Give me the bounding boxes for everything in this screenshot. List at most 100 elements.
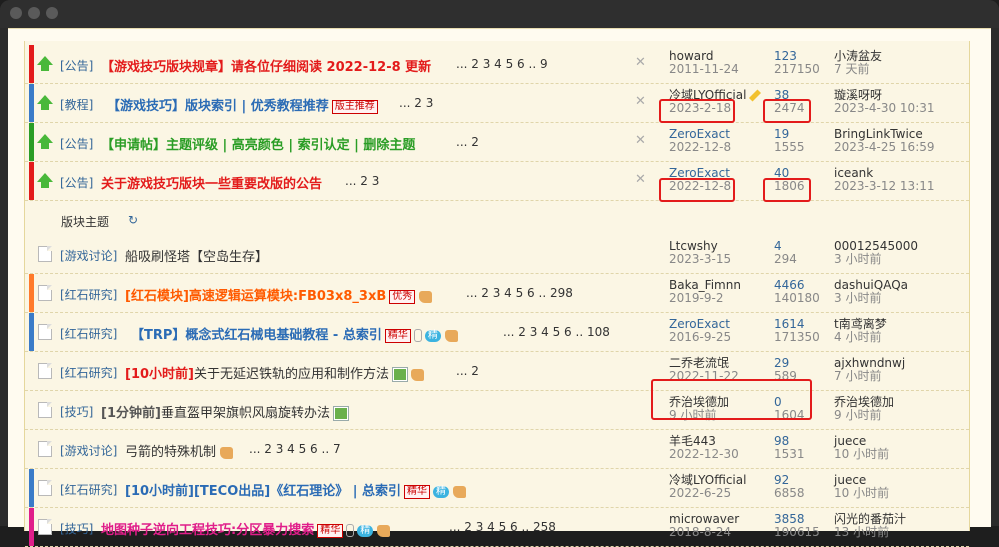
thread-row: [红石研究] [10小时前][TECO出品]《红石理论》 | 总索引 精华精 冷域… (25, 469, 969, 508)
thumbs-up-icon (220, 446, 234, 459)
thumbs-up-icon (411, 368, 424, 381)
last-post-time: 9 小时前 (834, 408, 882, 422)
pinned-row: [公告] 【申请帖】主题评级 | 高亮颜色 | 索引认定 | 删除主题 ... … (25, 123, 969, 162)
thread-title[interactable]: 地图种子逆向工程技巧:分区暴力搜索 精华精 (101, 519, 391, 538)
row-stripe (29, 162, 34, 200)
thread-title[interactable]: [10小时前][TECO出品]《红石理论》 | 总索引 精华精 (125, 480, 466, 499)
post-date: 2016-9-25 (669, 330, 732, 344)
forum-page: [公告] 【游戏技巧版块规章】请各位仔细阅读 2022-12-8 更新 ... … (8, 28, 991, 547)
last-post-time: 10 小时前 (834, 486, 890, 500)
digest-badge: 精华 (404, 484, 430, 499)
document-icon (37, 285, 53, 301)
document-icon (37, 324, 53, 340)
thread-category[interactable]: [公告] (60, 57, 93, 74)
row-stripe (29, 123, 34, 161)
pin-up-icon (37, 56, 53, 72)
thread-row: [红石研究] [10小时前]关于无延迟铁轨的应用和制作方法 ... 2 二乔老流… (25, 352, 969, 391)
close-icon[interactable]: ✕ (635, 172, 646, 187)
time-prefix: [1分钟前] (101, 406, 161, 421)
maximize-window-icon[interactable] (46, 7, 58, 19)
last-post-time: 2023-3-12 13:11 (834, 179, 935, 193)
thread-pages[interactable]: ... 2 3 (399, 96, 433, 110)
close-icon[interactable]: ✕ (635, 94, 646, 109)
thread-category[interactable]: [红石研究] (60, 325, 117, 342)
row-stripe (29, 45, 34, 83)
close-window-icon[interactable] (10, 7, 22, 19)
thread-title[interactable]: 【游戏技巧】版块索引 | 优秀教程推荐 版主推荐 (107, 95, 378, 114)
row-stripe (29, 313, 34, 351)
thread-pages[interactable]: ... 2 (456, 135, 479, 149)
thread-list: [公告] 【游戏技巧版块规章】请各位仔细阅读 2022-12-8 更新 ... … (24, 41, 970, 547)
last-post-time: 13 小时前 (834, 525, 890, 539)
post-date: 2022-6-25 (669, 486, 732, 500)
attachment-icon (413, 329, 422, 342)
view-count: 6858 (774, 486, 805, 500)
thumbs-up-icon (377, 524, 391, 537)
thread-category[interactable]: [红石研究] (60, 364, 117, 381)
thread-category[interactable]: [游戏讨论] (60, 247, 117, 264)
highlight-box (763, 178, 811, 202)
view-count: 140180 (774, 291, 820, 305)
last-post-time: 10 小时前 (834, 447, 890, 461)
highlight-box (651, 379, 812, 420)
last-post-time: 2023-4-25 16:59 (834, 140, 935, 154)
post-date: 2019-9-2 (669, 291, 724, 305)
thread-category[interactable]: [红石研究] (60, 481, 117, 498)
thread-pages[interactable]: ... 2 3 (345, 174, 379, 188)
row-stripe (29, 274, 34, 312)
highlight-box (659, 99, 735, 123)
thread-row: [红石研究] [红石模块]高速逻辑运算模块:FB03x8_3xB 优秀 ... 2… (25, 274, 969, 313)
thread-title[interactable]: 船吸刷怪塔【空岛生存】 (125, 246, 268, 265)
row-stripe (29, 84, 34, 122)
view-count: 294 (774, 252, 797, 266)
thread-title[interactable]: 关于游戏技巧版块一些重要改版的公告 (101, 173, 322, 192)
thread-row: [游戏讨论] 船吸刷怪塔【空岛生存】 Ltcwshy 2023-3-15 4 294… (25, 235, 969, 274)
close-icon[interactable]: ✕ (635, 55, 646, 70)
time-prefix: [10小时前] (125, 367, 194, 382)
view-count: 1555 (774, 140, 805, 154)
last-post-time: 7 小时前 (834, 369, 882, 383)
thread-title[interactable]: [红石模块]高速逻辑运算模块:FB03x8_3xB 优秀 (125, 285, 433, 304)
thread-title[interactable]: 【申请帖】主题评级 | 高亮颜色 | 索引认定 | 删除主题 (101, 134, 415, 153)
thread-title[interactable]: [10小时前]关于无延迟铁轨的应用和制作方法 (125, 363, 424, 382)
highlight-box (763, 99, 811, 123)
featured-badge: 精 (433, 485, 449, 498)
title-bar (0, 0, 999, 28)
pinned-row: [公告] 【游戏技巧版块规章】请各位仔细阅读 2022-12-8 更新 ... … (25, 45, 969, 84)
thread-pages[interactable]: ... 2 3 4 5 6 .. 108 (503, 325, 610, 339)
pin-up-icon (37, 173, 53, 189)
thread-pages[interactable]: ... 2 3 4 5 6 .. 298 (466, 286, 573, 300)
post-date: 2011-11-24 (669, 62, 739, 76)
thread-category[interactable]: [红石研究] (60, 286, 117, 303)
post-date: 2022-12-30 (669, 447, 739, 461)
view-count: 217150 (774, 62, 820, 76)
thread-category[interactable]: [公告] (60, 135, 93, 152)
thread-category[interactable]: [技巧] (60, 403, 93, 420)
document-icon (37, 402, 53, 418)
thumbs-up-icon (444, 329, 458, 342)
thread-pages[interactable]: ... 2 3 4 5 6 .. 258 (449, 520, 556, 534)
thread-title[interactable]: 弓箭的特殊机制 (125, 441, 234, 460)
section-label: 版块主题 (61, 215, 110, 229)
view-count: 190615 (774, 525, 820, 539)
thread-category[interactable]: [游戏讨论] (60, 442, 117, 459)
minimize-window-icon[interactable] (28, 7, 40, 19)
document-icon (37, 441, 53, 457)
pin-up-icon (37, 95, 53, 111)
thread-pages[interactable]: ... 2 3 4 5 6 .. 9 (456, 57, 548, 71)
thread-pages[interactable]: ... 2 3 4 5 6 .. 7 (249, 442, 341, 456)
thread-pages[interactable]: ... 2 (456, 364, 479, 378)
thread-category[interactable]: [技巧] (60, 520, 93, 537)
thread-title[interactable]: 【TRP】概念式红石械电基础教程 - 总索引 精华精 (131, 324, 458, 343)
last-post-time: 2023-4-30 10:31 (834, 101, 935, 115)
thread-category[interactable]: [公告] (60, 174, 93, 191)
featured-badge: 精 (357, 524, 374, 537)
thumbs-up-icon (419, 290, 433, 303)
refresh-icon[interactable]: ↻ (128, 213, 138, 227)
thread-title[interactable]: [1分钟前]垂直盔甲架旗帜风扇旋转办法 (101, 402, 349, 421)
thread-title[interactable]: 【游戏技巧版块规章】请各位仔细阅读 2022-12-8 更新 (101, 56, 431, 75)
row-stripe (29, 469, 34, 507)
view-count: 171350 (774, 330, 820, 344)
close-icon[interactable]: ✕ (635, 133, 646, 148)
thread-category[interactable]: [教程] (60, 96, 93, 113)
